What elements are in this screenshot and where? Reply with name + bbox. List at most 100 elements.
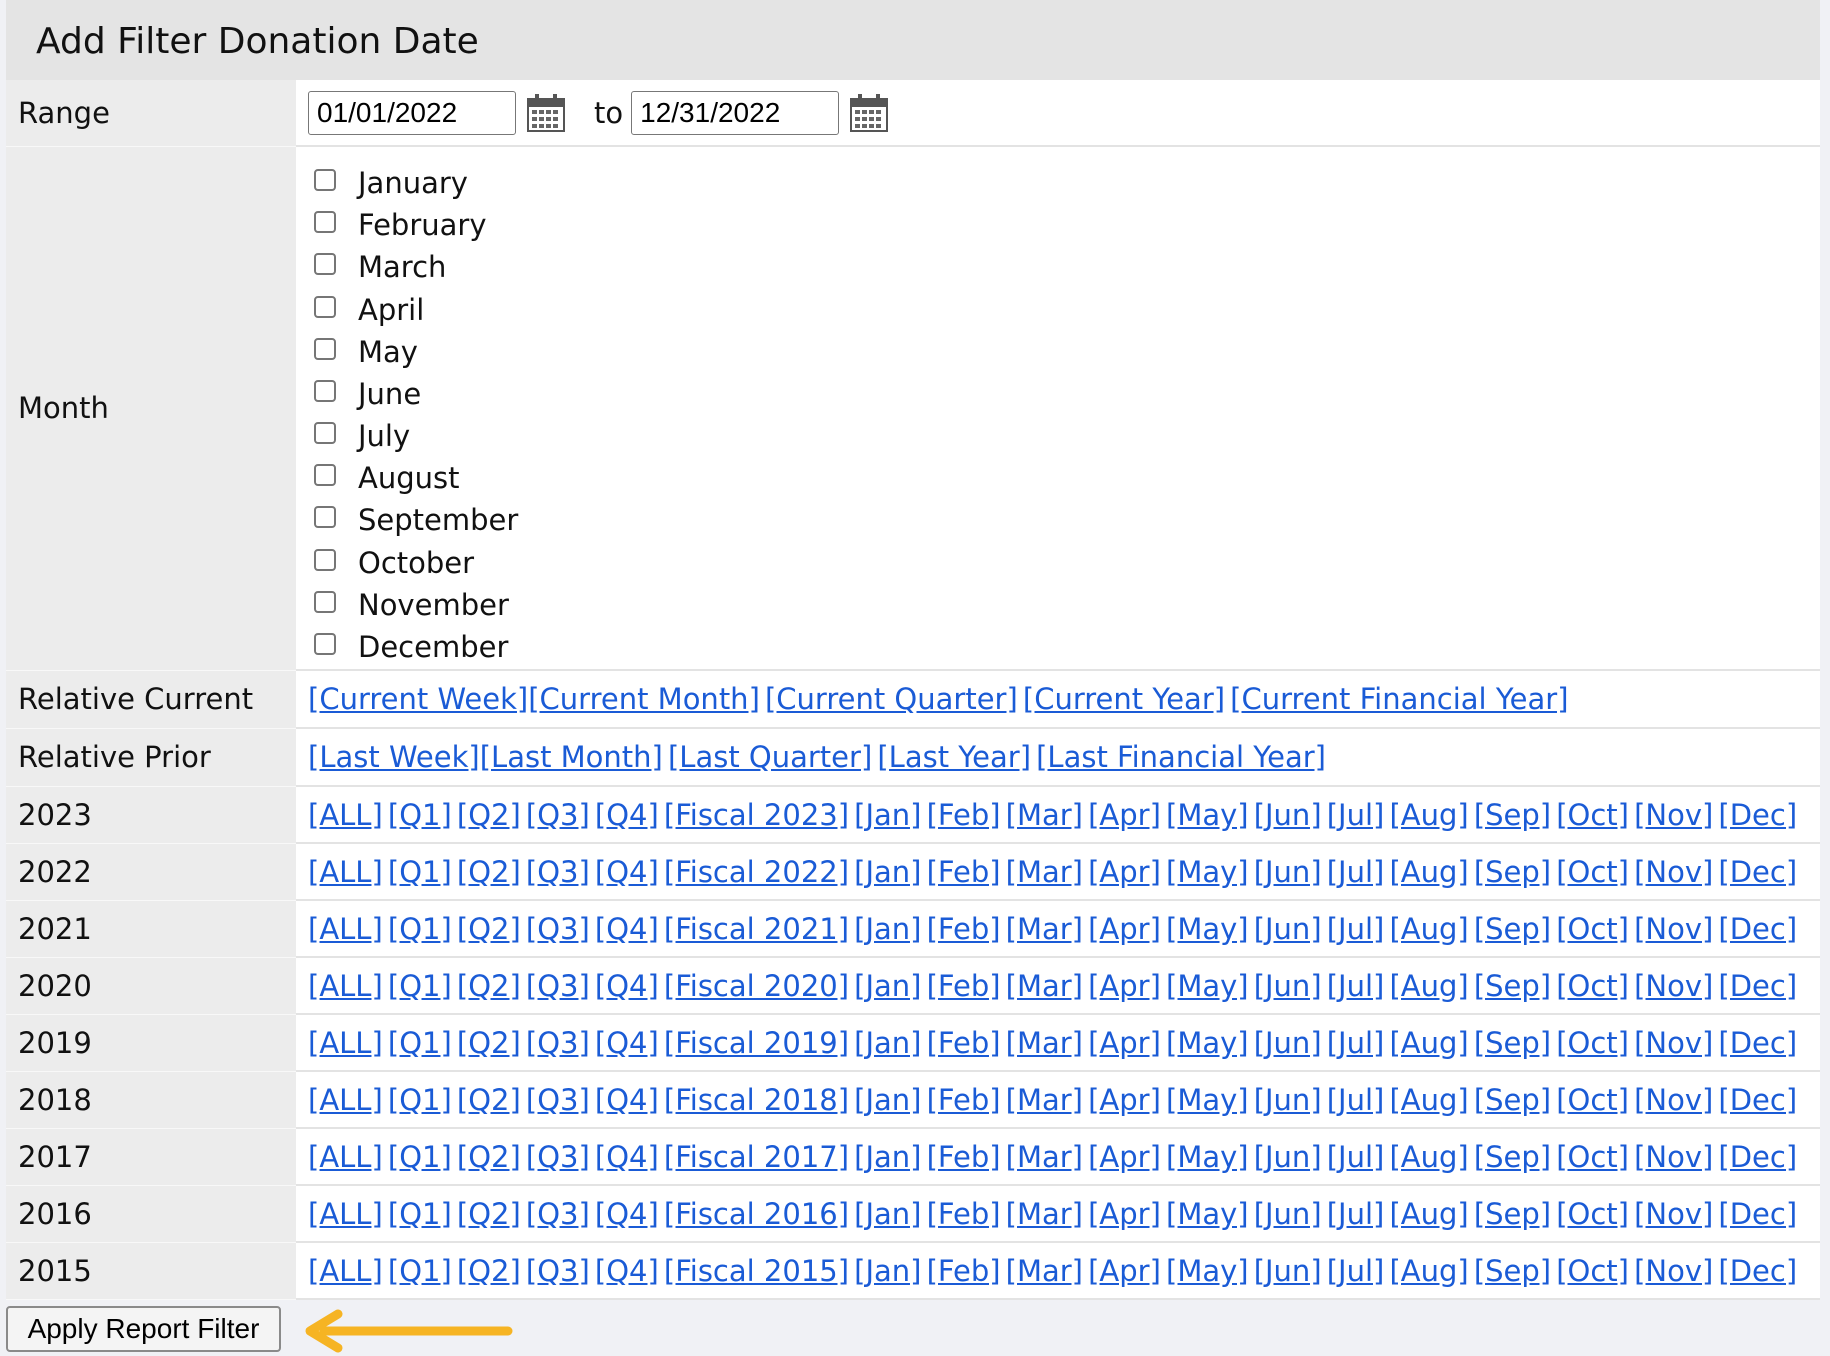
year-link-jul[interactable]: [Jul]: [1327, 912, 1385, 946]
year-link-q2[interactable]: [Q2]: [457, 855, 521, 889]
year-link-nov[interactable]: [Nov]: [1634, 1083, 1713, 1117]
year-link-q4[interactable]: [Q4]: [595, 798, 659, 832]
year-link-q4[interactable]: [Q4]: [595, 1026, 659, 1060]
link-last-financial-year[interactable]: [Last Financial Year]: [1036, 740, 1326, 774]
month-checkbox[interactable]: [314, 253, 336, 276]
year-link-sep[interactable]: [Sep]: [1474, 1026, 1551, 1060]
year-link-mar[interactable]: [Mar]: [1006, 855, 1083, 889]
year-link-jun[interactable]: [Jun]: [1254, 1083, 1322, 1117]
year-link-feb[interactable]: [Feb]: [927, 798, 1001, 832]
year-link-may[interactable]: [May]: [1166, 969, 1249, 1003]
link-last-quarter[interactable]: [Last Quarter]: [668, 740, 872, 774]
year-link-q2[interactable]: [Q2]: [457, 1140, 521, 1174]
year-link-aug[interactable]: [Aug]: [1389, 1197, 1468, 1231]
year-link-q3[interactable]: [Q3]: [526, 1026, 590, 1060]
year-link-q4[interactable]: [Q4]: [595, 912, 659, 946]
month-checkbox[interactable]: [314, 168, 336, 191]
month-checkbox[interactable]: [314, 464, 336, 487]
year-link-aug[interactable]: [Aug]: [1389, 855, 1468, 889]
year-link-fiscal-2018[interactable]: [Fiscal 2018]: [664, 1083, 849, 1117]
year-link-feb[interactable]: [Feb]: [927, 1026, 1001, 1060]
year-link-jun[interactable]: [Jun]: [1254, 969, 1322, 1003]
year-link-feb[interactable]: [Feb]: [927, 969, 1001, 1003]
year-link-jan[interactable]: [Jan]: [854, 1083, 921, 1117]
year-link-sep[interactable]: [Sep]: [1474, 855, 1551, 889]
year-link-sep[interactable]: [Sep]: [1474, 1254, 1551, 1288]
year-link-dec[interactable]: [Dec]: [1718, 1083, 1797, 1117]
year-link-q1[interactable]: [Q1]: [388, 1197, 452, 1231]
year-link-jan[interactable]: [Jan]: [854, 912, 921, 946]
year-link-q2[interactable]: [Q2]: [457, 912, 521, 946]
year-link-aug[interactable]: [Aug]: [1389, 1083, 1468, 1117]
year-link-jan[interactable]: [Jan]: [854, 855, 921, 889]
year-link-sep[interactable]: [Sep]: [1474, 1083, 1551, 1117]
year-link-q4[interactable]: [Q4]: [595, 1254, 659, 1288]
link-current-year[interactable]: [Current Year]: [1023, 682, 1225, 716]
year-link-dec[interactable]: [Dec]: [1718, 1140, 1797, 1174]
year-link-aug[interactable]: [Aug]: [1389, 969, 1468, 1003]
year-link-dec[interactable]: [Dec]: [1718, 1026, 1797, 1060]
year-link-q4[interactable]: [Q4]: [595, 969, 659, 1003]
year-link-feb[interactable]: [Feb]: [927, 912, 1001, 946]
link-last-week[interactable]: [Last Week]: [308, 740, 480, 774]
year-link-nov[interactable]: [Nov]: [1634, 969, 1713, 1003]
year-link-all[interactable]: [ALL]: [308, 798, 383, 832]
year-link-nov[interactable]: [Nov]: [1634, 1197, 1713, 1231]
year-link-q1[interactable]: [Q1]: [388, 1083, 452, 1117]
year-link-may[interactable]: [May]: [1166, 1197, 1249, 1231]
year-link-dec[interactable]: [Dec]: [1718, 798, 1797, 832]
year-link-oct[interactable]: [Oct]: [1556, 1140, 1629, 1174]
year-link-apr[interactable]: [Apr]: [1088, 1197, 1161, 1231]
year-link-all[interactable]: [ALL]: [308, 1197, 383, 1231]
year-link-q2[interactable]: [Q2]: [457, 1254, 521, 1288]
month-checkbox[interactable]: [314, 211, 336, 234]
year-link-apr[interactable]: [Apr]: [1088, 1083, 1161, 1117]
year-link-sep[interactable]: [Sep]: [1474, 1140, 1551, 1174]
year-link-aug[interactable]: [Aug]: [1389, 912, 1468, 946]
year-link-q1[interactable]: [Q1]: [388, 1254, 452, 1288]
year-link-q2[interactable]: [Q2]: [457, 1197, 521, 1231]
year-link-dec[interactable]: [Dec]: [1718, 969, 1797, 1003]
year-link-q3[interactable]: [Q3]: [526, 1254, 590, 1288]
link-last-month[interactable]: [Last Month]: [480, 740, 663, 774]
year-link-oct[interactable]: [Oct]: [1556, 912, 1629, 946]
year-link-nov[interactable]: [Nov]: [1634, 912, 1713, 946]
year-link-may[interactable]: [May]: [1166, 855, 1249, 889]
year-link-q3[interactable]: [Q3]: [526, 969, 590, 1003]
year-link-fiscal-2023[interactable]: [Fiscal 2023]: [664, 798, 849, 832]
year-link-oct[interactable]: [Oct]: [1556, 1254, 1629, 1288]
year-link-nov[interactable]: [Nov]: [1634, 1140, 1713, 1174]
month-checkbox[interactable]: [314, 633, 336, 656]
year-link-jun[interactable]: [Jun]: [1254, 1197, 1322, 1231]
month-option-august[interactable]: August: [308, 457, 1820, 499]
year-link-apr[interactable]: [Apr]: [1088, 1140, 1161, 1174]
year-link-mar[interactable]: [Mar]: [1006, 1083, 1083, 1117]
month-option-february[interactable]: February: [308, 204, 1820, 246]
year-link-jun[interactable]: [Jun]: [1254, 912, 1322, 946]
month-checkbox[interactable]: [314, 506, 336, 529]
year-link-fiscal-2022[interactable]: [Fiscal 2022]: [664, 855, 849, 889]
year-link-all[interactable]: [ALL]: [308, 1083, 383, 1117]
month-option-december[interactable]: December: [308, 626, 1820, 668]
month-option-june[interactable]: June: [308, 373, 1820, 415]
year-link-mar[interactable]: [Mar]: [1006, 1197, 1083, 1231]
year-link-jun[interactable]: [Jun]: [1254, 855, 1322, 889]
year-link-mar[interactable]: [Mar]: [1006, 912, 1083, 946]
year-link-jul[interactable]: [Jul]: [1327, 969, 1385, 1003]
year-link-sep[interactable]: [Sep]: [1474, 798, 1551, 832]
year-link-mar[interactable]: [Mar]: [1006, 798, 1083, 832]
year-link-oct[interactable]: [Oct]: [1556, 1197, 1629, 1231]
year-link-jun[interactable]: [Jun]: [1254, 1026, 1322, 1060]
year-link-may[interactable]: [May]: [1166, 1083, 1249, 1117]
year-link-all[interactable]: [ALL]: [308, 1026, 383, 1060]
year-link-jan[interactable]: [Jan]: [854, 1254, 921, 1288]
year-link-may[interactable]: [May]: [1166, 912, 1249, 946]
year-link-apr[interactable]: [Apr]: [1088, 855, 1161, 889]
year-link-q4[interactable]: [Q4]: [595, 855, 659, 889]
year-link-feb[interactable]: [Feb]: [927, 1083, 1001, 1117]
year-link-all[interactable]: [ALL]: [308, 912, 383, 946]
year-link-nov[interactable]: [Nov]: [1634, 1254, 1713, 1288]
year-link-aug[interactable]: [Aug]: [1389, 1140, 1468, 1174]
year-link-q1[interactable]: [Q1]: [388, 1026, 452, 1060]
year-link-aug[interactable]: [Aug]: [1389, 1254, 1468, 1288]
